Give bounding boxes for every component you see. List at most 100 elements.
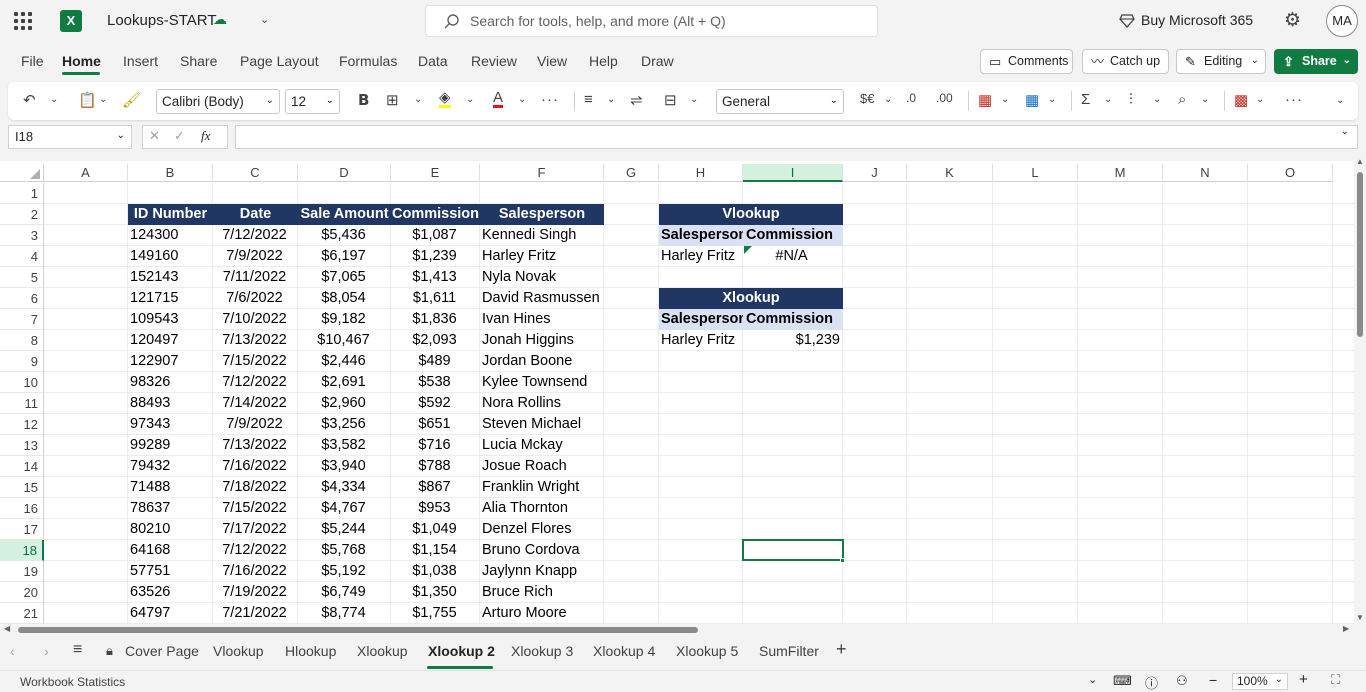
menu-page-layout[interactable]: Page Layout bbox=[240, 53, 319, 69]
table-cell[interactable]: $867 bbox=[391, 477, 478, 498]
table-cell[interactable]: Steven Michael bbox=[482, 414, 604, 435]
column-header-b[interactable]: B bbox=[128, 164, 213, 182]
currency-format-icon[interactable]: $€ bbox=[860, 91, 874, 106]
tab-sumfilter[interactable]: SumFilter bbox=[759, 643, 819, 659]
tab-xlookup-5[interactable]: Xlookup 5 bbox=[676, 643, 738, 659]
table-cell[interactable]: 99289 bbox=[130, 435, 213, 456]
table-cell[interactable]: $716 bbox=[391, 435, 478, 456]
table-cell[interactable]: 7/6/2022 bbox=[213, 288, 296, 309]
row-header-15[interactable]: 15 bbox=[0, 477, 44, 498]
menu-view[interactable]: View bbox=[537, 53, 567, 69]
row-header-2[interactable]: 2 bbox=[0, 204, 44, 225]
row-header-5[interactable]: 5 bbox=[0, 267, 44, 288]
keyboard-icon[interactable]: ⌨ bbox=[1113, 673, 1132, 689]
menu-formulas[interactable]: Formulas bbox=[339, 53, 397, 69]
table-cell[interactable]: $1,087 bbox=[391, 225, 478, 246]
column-header-i[interactable]: I bbox=[743, 164, 843, 182]
table-cell[interactable]: $5,244 bbox=[298, 519, 389, 540]
table-cell[interactable]: $1,049 bbox=[391, 519, 478, 540]
vlookup_box-name-cell[interactable]: Harley Fritz bbox=[661, 246, 743, 267]
table-cell[interactable]: $1,038 bbox=[391, 561, 478, 582]
table-cell[interactable]: 122907 bbox=[130, 351, 213, 372]
row-header-13[interactable]: 13 bbox=[0, 435, 44, 456]
editing-mode-button[interactable]: ✎ Editing ⌄ bbox=[1176, 49, 1266, 74]
table-cell[interactable]: 7/19/2022 bbox=[213, 582, 296, 603]
formula-input[interactable]: ⌄ bbox=[235, 125, 1358, 149]
table-cell[interactable]: $5,768 bbox=[298, 540, 389, 561]
table-cell[interactable]: $4,334 bbox=[298, 477, 389, 498]
borders-chevron-icon[interactable]: ⌄ bbox=[414, 94, 422, 105]
share-button[interactable]: ⇪ Share ⌄ bbox=[1274, 49, 1358, 74]
menu-home[interactable]: Home bbox=[62, 53, 101, 69]
table-cell[interactable]: $1,611 bbox=[391, 288, 478, 309]
error-indicator-icon[interactable] bbox=[744, 246, 752, 254]
borders-icon[interactable]: ⊞ bbox=[386, 91, 399, 109]
menu-data[interactable]: Data bbox=[418, 53, 448, 69]
more-font-options-icon[interactable]: ··· bbox=[541, 91, 559, 108]
table-cell[interactable]: 64168 bbox=[130, 540, 213, 561]
table-cell[interactable]: $1,350 bbox=[391, 582, 478, 603]
scroll-right-icon[interactable]: ▶ bbox=[1343, 624, 1349, 633]
xlookup_box-name-cell[interactable]: Harley Fritz bbox=[661, 330, 743, 351]
merge-icon[interactable]: ⊟ bbox=[664, 91, 677, 109]
row-header-20[interactable]: 20 bbox=[0, 582, 44, 603]
conditional-chevron-icon[interactable]: ⌄ bbox=[1001, 94, 1009, 105]
row-header-17[interactable]: 17 bbox=[0, 519, 44, 540]
table-cell[interactable]: $2,960 bbox=[298, 393, 389, 414]
row-header-9[interactable]: 9 bbox=[0, 351, 44, 372]
column-header-f[interactable]: F bbox=[480, 164, 604, 182]
table-cell[interactable]: 71488 bbox=[130, 477, 213, 498]
table-cell[interactable]: Alia Thornton bbox=[482, 498, 604, 519]
fullscreen-icon[interactable]: ⛶ bbox=[1331, 672, 1340, 688]
table-cell[interactable]: 7/9/2022 bbox=[213, 414, 296, 435]
table-cell[interactable]: Jordan Boone bbox=[482, 351, 604, 372]
row-header-3[interactable]: 3 bbox=[0, 225, 44, 246]
horizontal-scroll-thumb[interactable] bbox=[18, 627, 698, 633]
font-color-chevron-icon[interactable]: ⌄ bbox=[518, 94, 526, 105]
table-cell[interactable]: 7/17/2022 bbox=[213, 519, 296, 540]
row-header-11[interactable]: 11 bbox=[0, 393, 44, 414]
table-cell[interactable]: 7/16/2022 bbox=[213, 561, 296, 582]
table-cell[interactable]: $651 bbox=[391, 414, 478, 435]
add-ins-icon[interactable]: ▩ bbox=[1234, 91, 1248, 109]
table-cell[interactable]: Kylee Townsend bbox=[482, 372, 604, 393]
table-cell[interactable]: $7,065 bbox=[298, 267, 389, 288]
currency-chevron-icon[interactable]: ⌄ bbox=[884, 94, 892, 105]
xlookup_box-result-cell[interactable]: $1,239 bbox=[743, 330, 840, 351]
find-icon[interactable]: ⌕ bbox=[1178, 91, 1186, 108]
paste-chevron-icon[interactable]: ⌄ bbox=[99, 94, 107, 105]
align-chevron-icon[interactable]: ⌄ bbox=[607, 94, 615, 105]
column-header-j[interactable]: J bbox=[843, 164, 907, 182]
table-cell[interactable]: 7/14/2022 bbox=[213, 393, 296, 414]
table-cell[interactable]: Arturo Moore bbox=[482, 603, 604, 624]
document-title[interactable]: Lookups-START bbox=[107, 12, 217, 29]
column-header-a[interactable]: A bbox=[44, 164, 128, 182]
increase-decimal-icon[interactable]: .00 bbox=[936, 91, 953, 105]
tab-cover-page[interactable]: Cover Page bbox=[125, 643, 199, 659]
tab-scroll-left-icon[interactable]: ‹ bbox=[10, 643, 15, 659]
table-cell[interactable]: $4,767 bbox=[298, 498, 389, 519]
table-cell[interactable]: Bruce Rich bbox=[482, 582, 604, 603]
font-name-dropdown[interactable]: Calibri (Body) ⌄ bbox=[156, 89, 280, 114]
table-cell[interactable]: Bruno Cordova bbox=[482, 540, 604, 561]
merge-chevron-icon[interactable]: ⌄ bbox=[690, 94, 698, 105]
table-cell[interactable]: 7/12/2022 bbox=[213, 225, 296, 246]
table-cell[interactable]: 63526 bbox=[130, 582, 213, 603]
table-cell[interactable]: $3,256 bbox=[298, 414, 389, 435]
table-cell[interactable]: 109543 bbox=[130, 309, 213, 330]
add-sheet-icon[interactable]: + bbox=[836, 639, 847, 660]
row-header-6[interactable]: 6 bbox=[0, 288, 44, 309]
column-header-l[interactable]: L bbox=[993, 164, 1078, 182]
table-chevron-icon[interactable]: ⌄ bbox=[1048, 94, 1056, 105]
table-cell[interactable]: 7/21/2022 bbox=[213, 603, 296, 624]
autosum-icon[interactable]: Σ bbox=[1081, 91, 1090, 108]
table-cell[interactable]: 7/13/2022 bbox=[213, 330, 296, 351]
enter-check-icon[interactable]: ✓ bbox=[174, 128, 185, 144]
table-cell[interactable]: Kennedi Singh bbox=[482, 225, 604, 246]
table-cell[interactable]: $2,691 bbox=[298, 372, 389, 393]
cancel-icon[interactable]: ✕ bbox=[149, 128, 160, 144]
add-ins-chevron-icon[interactable]: ⌄ bbox=[1256, 94, 1264, 105]
table-cell[interactable]: $1,836 bbox=[391, 309, 478, 330]
row-header-1[interactable]: 1 bbox=[0, 183, 44, 204]
app-launcher-icon[interactable] bbox=[14, 12, 32, 30]
